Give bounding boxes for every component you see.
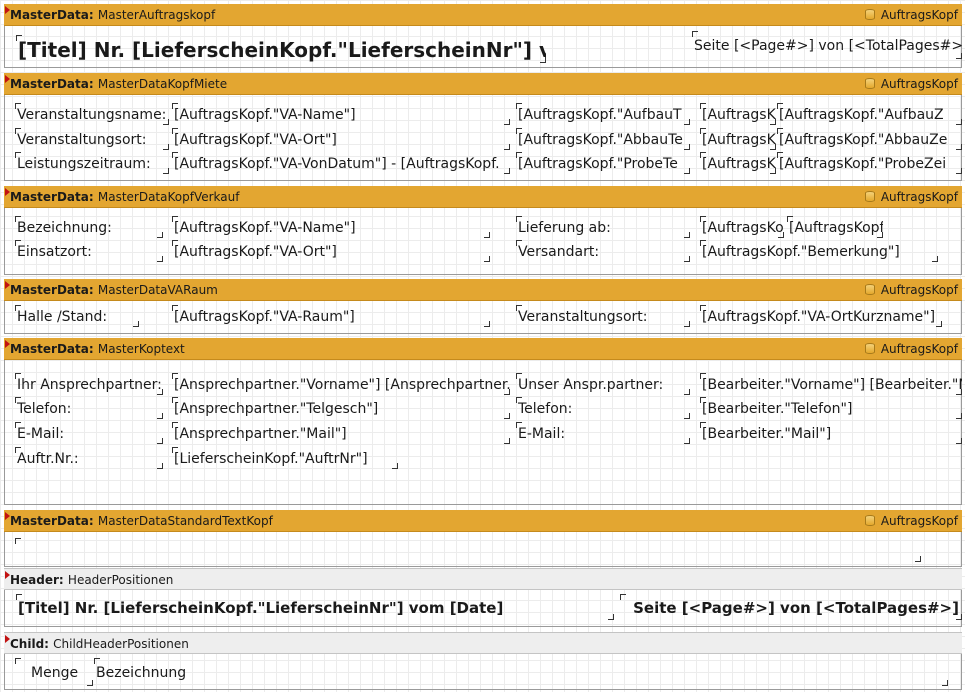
band-body-koptext[interactable]: Ihr Ansprechpartner: [Ansprechpartner."V…	[4, 360, 962, 505]
band-body-kopf-miete[interactable]: Veranstaltungsname: [AuftragsKopf."VA-Na…	[4, 95, 962, 181]
field-ansprechpartner-telefon[interactable]: [Ansprechpartner."Telgesch"]	[171, 396, 511, 420]
band-body-header-positionen[interactable]: [Titel] Nr. [LieferscheinKopf."Liefersch…	[4, 590, 962, 627]
band-name: MasterDataVARaum	[97, 283, 218, 297]
page-number-field[interactable]: Seite [<Page#>] von [<TotalPages#>]	[691, 30, 963, 60]
field-abbau-tag[interactable]: [AuftragsKopf."AbbauTe	[515, 127, 691, 151]
label-auftr-nr[interactable]: Auftr.Nr.:	[14, 446, 164, 470]
header-page-number-field[interactable]: Seite [<Page#>] von [<TotalPages#>]	[619, 593, 963, 621]
band-name: MasterDataKopfMiete	[97, 77, 228, 91]
field-aufbau-tag[interactable]: [AuftragsKopf."AufbauT	[515, 102, 691, 126]
band-header-koptext[interactable]: MasterData: MasterKoptext AuftragsKopf	[4, 338, 962, 360]
band-type: MasterData:	[10, 190, 94, 204]
title-field[interactable]: [Titel] Nr. [LieferscheinKopf."Liefersch…	[15, 34, 547, 64]
field-ansprechpartner-mail[interactable]: [Ansprechpartner."Mail"]	[171, 421, 511, 445]
band-datasource: AuftragsKopf	[880, 190, 958, 204]
band-header-standardtext-kopf[interactable]: MasterData: MasterDataStandardTextKopf A…	[4, 510, 962, 532]
field-lieferung-b[interactable]: [AuftragsKopf	[786, 215, 884, 239]
field-bearbeiter-name[interactable]: [Bearbeiter."Vorname"] [Bearbeiter."Na	[699, 372, 963, 396]
field-standardtext[interactable]	[14, 537, 922, 563]
field-bearbeiter-telefon[interactable]: [Bearbeiter."Telefon"]	[699, 396, 963, 420]
field-probe-k[interactable]: [AuftragsK	[699, 151, 777, 175]
field-auftr-nr[interactable]: [LieferscheinKopf."AuftrNr"]	[171, 446, 399, 470]
band-body-master-auftragskopf[interactable]: [Titel] Nr. [LieferscheinKopf."Liefersch…	[4, 26, 962, 68]
datasource-icon	[864, 284, 875, 295]
field-probe-zeit[interactable]: [AuftragsKopf."ProbeZei	[776, 151, 963, 175]
band-body-va-raum[interactable]: Halle /Stand: [AuftragsKopf."VA-Raum"] V…	[4, 301, 962, 334]
field-va-raum[interactable]: [AuftragsKopf."VA-Raum"]	[171, 304, 491, 328]
datasource-icon	[864, 343, 875, 354]
band-type: MasterData:	[10, 8, 94, 22]
field-va-vondatum[interactable]: [AuftragsKopf."VA-VonDatum"] - [Auftrags…	[171, 151, 511, 175]
column-bezeichnung[interactable]: Bezeichnung	[93, 657, 949, 687]
label-unser-ansprechpartner[interactable]: Unser Anspr.partner:	[515, 372, 691, 396]
label-email-right[interactable]: E-Mail:	[515, 421, 691, 445]
band-type: MasterData:	[10, 283, 94, 297]
field-aufbau-k[interactable]: [AuftragsK	[699, 102, 777, 126]
band-header-kopf-verkauf[interactable]: MasterData: MasterDataKopfVerkauf Auftra…	[4, 186, 962, 208]
label-telefon[interactable]: Telefon:	[14, 396, 164, 420]
field-va-name[interactable]: [AuftragsKopf."VA-Name"]	[171, 102, 511, 126]
label-lieferung-ab[interactable]: Lieferung ab:	[515, 215, 691, 239]
column-menge[interactable]: Menge	[14, 657, 94, 687]
field-va-name[interactable]: [AuftragsKopf."VA-Name"]	[171, 215, 491, 239]
field-va-ort[interactable]: [AuftragsKopf."VA-Ort"]	[171, 127, 511, 151]
label-bezeichnung[interactable]: Bezeichnung:	[14, 215, 164, 239]
label-email[interactable]: E-Mail:	[14, 421, 164, 445]
label-veranstaltungsname[interactable]: Veranstaltungsname:	[14, 102, 170, 126]
header-title-field[interactable]: [Titel] Nr. [LieferscheinKopf."Liefersch…	[15, 593, 615, 621]
band-datasource: AuftragsKopf	[880, 77, 958, 91]
datasource-icon	[864, 78, 875, 89]
label-veranstaltungsort[interactable]: Veranstaltungsort:	[515, 304, 691, 328]
field-bemerkung[interactable]: [AuftragsKopf."Bemerkung"]	[699, 239, 939, 263]
band-name: HeaderPositionen	[67, 573, 174, 587]
label-versandart[interactable]: Versandart:	[515, 239, 691, 263]
band-body-standardtext-kopf[interactable]	[4, 532, 962, 567]
field-ansprechpartner-name[interactable]: [Ansprechpartner."Vorname"] [Ansprechpar…	[171, 372, 511, 396]
field-bearbeiter-mail[interactable]: [Bearbeiter."Mail"]	[699, 421, 963, 445]
band-type: Child:	[10, 637, 49, 651]
label-veranstaltungsort[interactable]: Veranstaltungsort:	[14, 127, 170, 151]
field-abbau-k[interactable]: [AuftragsK	[699, 127, 777, 151]
label-leistungszeitraum[interactable]: Leistungszeitraum:	[14, 151, 170, 175]
band-header-kopf-miete[interactable]: MasterData: MasterDataKopfMiete Auftrags…	[4, 73, 962, 95]
band-type: MasterData:	[10, 77, 94, 91]
band-datasource: AuftragsKopf	[880, 514, 958, 528]
band-header-master-auftragskopf[interactable]: MasterData: MasterAuftragskopf AuftragsK…	[4, 4, 962, 26]
label-telefon-right[interactable]: Telefon:	[515, 396, 691, 420]
field-va-ortkurzname[interactable]: [AuftragsKopf."VA-OrtKurzname"]	[699, 304, 943, 328]
band-datasource: AuftragsKopf	[880, 283, 958, 297]
band-name: ChildHeaderPositionen	[53, 637, 189, 651]
field-va-ort[interactable]: [AuftragsKopf."VA-Ort"]	[171, 239, 491, 263]
band-name: MasterKoptext	[97, 342, 185, 356]
band-body-child-header-positionen[interactable]: Menge Bezeichnung	[4, 654, 962, 690]
band-body-kopf-verkauf[interactable]: Bezeichnung: [AuftragsKopf."VA-Name"] Li…	[4, 208, 962, 275]
band-datasource: AuftragsKopf	[880, 8, 958, 22]
band-type: Header:	[10, 573, 64, 587]
field-probe-tag[interactable]: [AuftragsKopf."ProbeTe	[515, 151, 691, 175]
band-name: MasterDataKopfVerkauf	[97, 190, 240, 204]
band-header-va-raum[interactable]: MasterData: MasterDataVARaum AuftragsKop…	[4, 279, 962, 301]
label-ihr-ansprechpartner[interactable]: Ihr Ansprechpartner:	[14, 372, 164, 396]
label-einsatzort[interactable]: Einsatzort:	[14, 239, 164, 263]
datasource-icon	[864, 191, 875, 202]
band-name: MasterAuftragskopf	[97, 8, 216, 22]
band-header-header-positionen[interactable]: Header: HeaderPositionen	[4, 568, 962, 590]
datasource-icon	[864, 9, 875, 20]
field-lieferung-a[interactable]: [AuftragsKo	[699, 215, 785, 239]
field-abbau-zeit[interactable]: [AuftragsKopf."AbbauZe	[776, 127, 963, 151]
band-name: MasterDataStandardTextKopf	[97, 514, 273, 528]
band-type: MasterData:	[10, 514, 94, 528]
band-datasource: AuftragsKopf	[880, 342, 958, 356]
datasource-icon	[864, 515, 875, 526]
field-aufbau-zeit[interactable]: [AuftragsKopf."AufbauZ	[776, 102, 963, 126]
band-header-child-header-positionen[interactable]: Child: ChildHeaderPositionen	[4, 632, 962, 654]
label-halle-stand[interactable]: Halle /Stand:	[14, 304, 140, 328]
band-type: MasterData:	[10, 342, 94, 356]
